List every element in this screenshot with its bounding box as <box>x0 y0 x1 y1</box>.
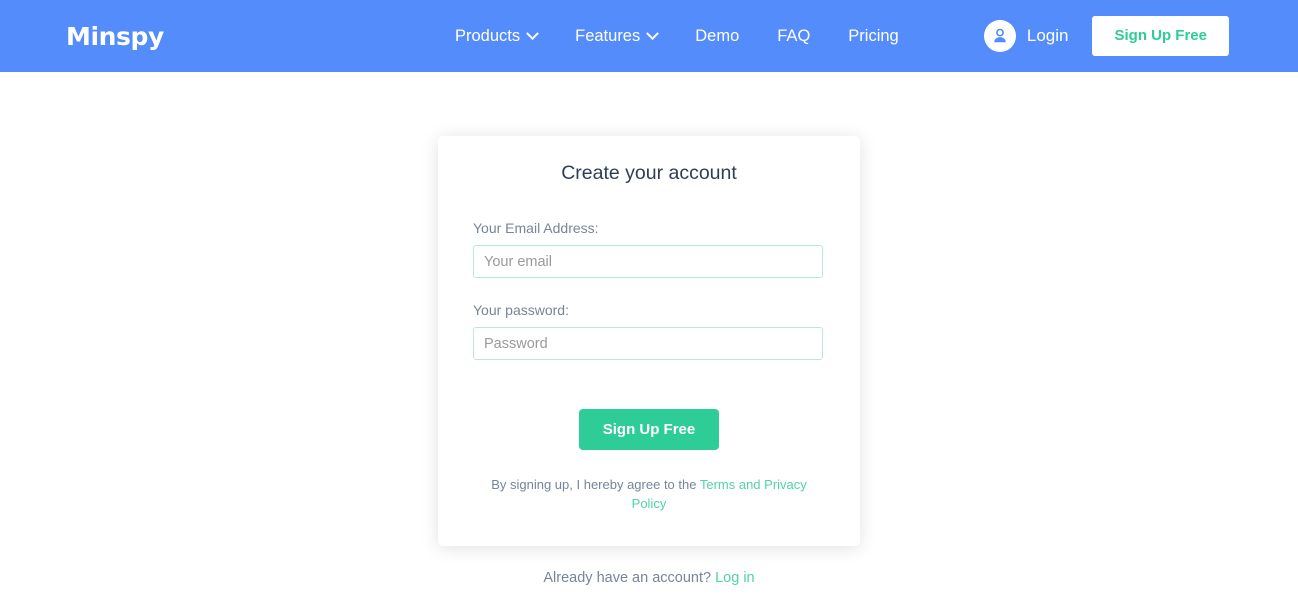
page-body: Create your account Your Email Address: … <box>0 72 1298 610</box>
nav-item-label: Pricing <box>848 26 899 45</box>
log-in-link[interactable]: Log in <box>715 570 755 586</box>
terms-agreement-text: By signing up, I hereby agree to the Ter… <box>489 475 809 513</box>
login-link[interactable]: Login <box>1027 26 1069 46</box>
nav-account-area: Login Sign Up Free <box>983 16 1229 56</box>
nav-item-products[interactable]: Products <box>455 26 539 46</box>
nav-item-pricing[interactable]: Pricing <box>848 27 898 46</box>
nav-signup-button[interactable]: Sign Up Free <box>1092 16 1229 56</box>
email-field-label: Your Email Address: <box>473 220 599 236</box>
nav-item-faq[interactable]: FAQ <box>777 27 810 46</box>
nav-item-label: Products <box>455 26 521 45</box>
nav-item-label: FAQ <box>777 26 811 45</box>
submit-row: Sign Up Free <box>438 409 860 450</box>
password-input[interactable] <box>473 327 823 360</box>
user-account-icon[interactable] <box>983 20 1016 52</box>
page-title: Create your account <box>561 162 737 184</box>
existing-account-row: Already have an account? Log in <box>0 570 1298 586</box>
password-field-group: Your password: <box>438 302 860 360</box>
email-input[interactable] <box>473 245 823 278</box>
signup-card: Create your account Your Email Address: … <box>438 136 860 546</box>
nav-item-demo[interactable]: Demo <box>695 27 739 46</box>
signup-submit-button[interactable]: Sign Up Free <box>579 409 719 450</box>
terms-prefix-text: By signing up, I hereby agree to the <box>491 477 700 492</box>
email-field-group: Your Email Address: <box>438 220 860 278</box>
top-navigation-bar: Minspy Products Features Demo FAQ Pricin… <box>0 0 1298 72</box>
primary-nav: Products Features Demo FAQ Pricing <box>455 27 899 46</box>
nav-item-label: Demo <box>695 26 740 45</box>
password-field-label: Your password: <box>473 302 569 318</box>
nav-item-features[interactable]: Features <box>575 26 660 46</box>
chevron-down-icon <box>646 26 660 40</box>
existing-account-prompt: Already have an account? <box>543 570 712 586</box>
chevron-down-icon <box>526 26 539 40</box>
nav-item-label: Features <box>575 26 641 45</box>
site-logo[interactable]: Minspy <box>66 22 164 51</box>
